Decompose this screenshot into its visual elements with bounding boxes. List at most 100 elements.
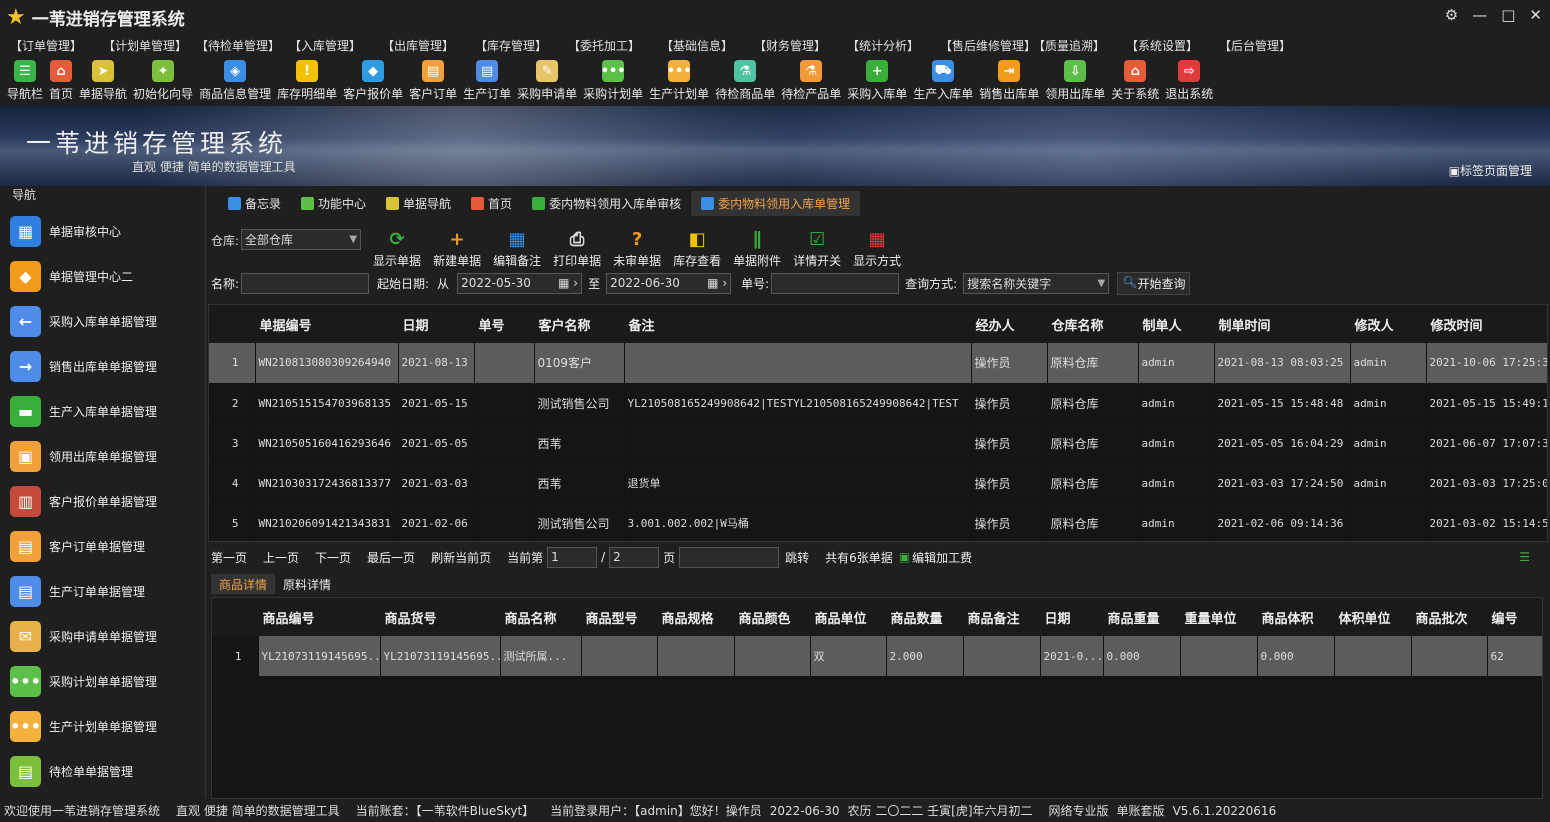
toolbar-button[interactable]: ••• 采购计划单 — [583, 56, 643, 106]
menu-item[interactable]: 【后台管理】 — [1219, 37, 1312, 54]
toolbar-button[interactable]: ⚗ 待检产品单 — [781, 56, 841, 106]
calendar-icon[interactable]: ▦ › — [707, 276, 727, 290]
menu-item[interactable]: 【系统设置】 — [1126, 37, 1219, 54]
action-button[interactable]: + 新建单据 — [433, 226, 481, 269]
close-icon[interactable]: ✕ — [1529, 6, 1542, 24]
column-header[interactable]: 商品数量 — [886, 598, 964, 636]
toolbar-button[interactable]: ⌂ 关于系统 — [1111, 56, 1159, 106]
menu-item[interactable]: 【财务管理】 — [754, 37, 847, 54]
calendar-icon[interactable]: ▦ › — [558, 276, 578, 290]
menu-item[interactable]: 【订单管理】 — [10, 37, 103, 54]
tab-item[interactable]: 首页 — [461, 191, 522, 216]
table-row[interactable]: 1 WN210813080309264940 2021-08-13 0109客户 操作员… — [209, 343, 1547, 384]
sidebar-item[interactable]: ▤ 待检单单据管理 — [0, 749, 205, 794]
toolbar-button[interactable]: ⚗ 待检商品单 — [715, 56, 775, 106]
column-header[interactable]: 修改时间 — [1426, 305, 1547, 343]
name-input[interactable] — [241, 272, 370, 294]
refresh-page-button[interactable]: 刷新当前页 — [431, 549, 491, 566]
sidebar-item[interactable]: ▦ 单据审核中心 — [0, 209, 205, 254]
toolbar-button[interactable]: ⇥ 销售出库单 — [979, 56, 1039, 106]
toolbar-button[interactable]: ◈ 商品信息管理 — [199, 56, 271, 106]
table-row[interactable]: 3 WN210505160416293646 2021-05-05 西苇 操作员 原料仓库… — [209, 423, 1547, 464]
menu-item[interactable]: 【待检单管理】 — [196, 37, 289, 54]
column-header[interactable]: 单据编号 — [255, 305, 399, 343]
edit-fee-button[interactable]: 编辑加工费 — [912, 549, 972, 566]
detail-tab[interactable]: 原料详情 — [275, 574, 339, 594]
toolbar-button[interactable]: ➤ 单据导航 — [79, 56, 127, 106]
column-header[interactable]: 商品体积 — [1257, 598, 1335, 636]
current-page-input[interactable]: 1 — [547, 546, 598, 568]
column-header[interactable]: 商品批次 — [1411, 598, 1488, 636]
action-button[interactable]: ▦ 显示方式 — [853, 226, 901, 269]
column-header[interactable]: 重量单位 — [1180, 598, 1258, 636]
jump-page-input[interactable] — [679, 546, 780, 568]
toolbar-button[interactable]: ☰ 导航栏 — [7, 56, 43, 106]
menu-item[interactable]: 【基础信息】 — [661, 37, 754, 54]
first-page-button[interactable]: 第一页 — [211, 549, 247, 566]
toolbar-button[interactable]: ⌂ 首页 — [49, 56, 73, 106]
table-row[interactable]: 2 WN210515154703968135 2021-05-15 测试销售公司 YL2… — [209, 383, 1547, 424]
sidebar-item[interactable]: ▤ 生产订单单据管理 — [0, 569, 205, 614]
column-header[interactable]: 备注 — [624, 305, 972, 343]
toolbar-button[interactable]: ! 库存明细单 — [277, 56, 337, 106]
detail-tab[interactable]: 商品详情 — [211, 574, 276, 594]
sidebar-item[interactable]: ▬ 生产入库单单据管理 — [0, 389, 205, 434]
date-from-input[interactable]: 2022-05-30 ▦ › — [457, 272, 583, 294]
minimize-icon[interactable]: — — [1472, 6, 1487, 24]
action-button[interactable]: ☑ 详情开关 — [793, 226, 841, 269]
sidebar-item[interactable]: ••• 采购计划单单据管理 — [0, 659, 205, 704]
menu-item[interactable]: 【售后维修管理】 — [940, 37, 1036, 54]
column-header[interactable]: 商品备注 — [963, 598, 1041, 636]
menu-item[interactable]: 【入库管理】 — [289, 37, 382, 54]
column-header[interactable]: 商品型号 — [581, 598, 658, 636]
toolbar-button[interactable]: ✎ 采购申请单 — [517, 56, 577, 106]
menu-item[interactable]: 【计划单管理】 — [103, 37, 196, 54]
column-header[interactable]: 单号 — [474, 305, 535, 343]
bill-no-input[interactable] — [771, 272, 900, 294]
table-row[interactable]: 1 YL21073119145695... YL21073119145695... 测… — [212, 636, 1542, 676]
column-header[interactable]: 商品名称 — [500, 598, 582, 636]
action-button[interactable]: ? 未审单据 — [613, 226, 661, 269]
column-header[interactable]: 商品规格 — [657, 598, 735, 636]
sidebar-item[interactable]: ← 采购入库单单据管理 — [0, 299, 205, 344]
sidebar-item[interactable]: ▣ 领用出库单单据管理 — [0, 434, 205, 479]
menu-item[interactable]: 【统计分析】 — [847, 37, 940, 54]
column-header[interactable]: 制单人 — [1138, 305, 1215, 343]
action-button[interactable]: ⟳ 显示单据 — [373, 226, 421, 269]
toolbar-button[interactable]: ▤ 客户订单 — [409, 56, 457, 106]
toolbar-button[interactable]: ◆ 客户报价单 — [343, 56, 403, 106]
sidebar-item[interactable]: ••• 生产计划单单据管理 — [0, 704, 205, 749]
tab-item[interactable]: 单据导航 — [376, 191, 461, 216]
menu-item[interactable]: 【委托加工】 — [568, 37, 661, 54]
menu-item[interactable]: 【库存管理】 — [475, 37, 568, 54]
column-header[interactable]: 修改人 — [1350, 305, 1427, 343]
sidebar-item[interactable]: ✉ 采购申请单单据管理 — [0, 614, 205, 659]
action-button[interactable]: ∥ 单据附件 — [733, 226, 781, 269]
column-header[interactable]: 经办人 — [971, 305, 1048, 343]
settings-icon[interactable]: ⚙ — [1445, 6, 1458, 24]
column-header[interactable]: 体积单位 — [1334, 598, 1412, 636]
toolbar-button[interactable]: ⛟ 生产入库单 — [913, 56, 973, 106]
table-row[interactable]: 4 WN210303172436813377 2021-03-03 西苇 退货单 操作员原… — [209, 463, 1547, 504]
next-page-button[interactable]: 下一页 — [315, 549, 351, 566]
toolbar-button[interactable]: ✦ 初始化向导 — [133, 56, 193, 106]
toolbar-button[interactable]: + 采购入库单 — [847, 56, 907, 106]
column-header[interactable]: 商品编号 — [258, 598, 381, 636]
column-header[interactable]: 日期 — [398, 305, 475, 343]
tab-item[interactable]: 备忘录 — [218, 191, 291, 216]
action-button[interactable]: ⎙ 打印单据 — [553, 226, 601, 269]
query-mode-select[interactable]: 搜索名称关键字 ▼ — [963, 272, 1110, 294]
column-header[interactable]: 商品单位 — [810, 598, 887, 636]
jump-button[interactable]: 跳转 — [785, 549, 809, 566]
action-button[interactable]: ▦ 编辑备注 — [493, 226, 541, 269]
sidebar-item[interactable]: ▤ 客户订单单据管理 — [0, 524, 205, 569]
column-header[interactable]: 仓库名称 — [1047, 305, 1139, 343]
tab-item[interactable]: 功能中心 — [291, 191, 376, 216]
last-page-button[interactable]: 最后一页 — [367, 549, 415, 566]
sidebar-item[interactable]: → 销售出库单单据管理 — [0, 344, 205, 389]
toolbar-button[interactable]: ••• 生产计划单 — [649, 56, 709, 106]
toolbar-button[interactable]: ▤ 生产订单 — [463, 56, 511, 106]
menu-item[interactable]: 【质量追溯】 — [1033, 37, 1126, 54]
tab-item[interactable]: 委内物料领用入库单审核 — [522, 191, 691, 216]
sidebar-item[interactable]: ◆ 单据管理中心二 — [0, 254, 205, 299]
